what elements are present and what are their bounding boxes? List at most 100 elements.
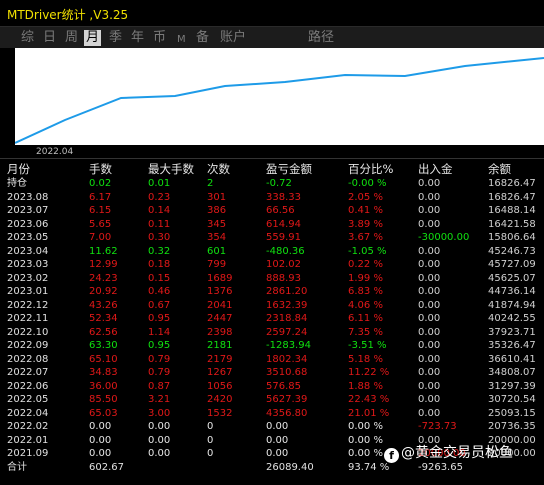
cell-lots: 12.99 bbox=[89, 259, 118, 270]
cell-lots: 0.02 bbox=[89, 178, 112, 189]
facebook-like-icon: f bbox=[384, 448, 399, 463]
tab-day[interactable]: 日 bbox=[41, 30, 58, 46]
table-row: 2023.08 6.17 0.23 301 338.33 2.05 % 0.00 16826.… bbox=[7, 191, 544, 205]
cell-lots: 6.17 bbox=[89, 191, 112, 203]
cell-flow: 0.00 bbox=[418, 340, 441, 351]
col-lots: 手数 bbox=[89, 162, 112, 176]
tab-path[interactable]: 路径 bbox=[306, 30, 336, 46]
cell-pnl: 576.85 bbox=[266, 380, 301, 392]
cell-count: 301 bbox=[207, 191, 227, 203]
table-row: 2023.02 24.23 0.15 1689 888.93 1.99 % 0.00 4562… bbox=[7, 272, 544, 286]
cell-count: 386 bbox=[207, 205, 227, 216]
cell-flow: 0.00 bbox=[418, 367, 441, 378]
tab-account[interactable]: 账户 bbox=[218, 30, 248, 46]
cell-balance: 16826.47 bbox=[488, 178, 536, 189]
cell-lots: 63.30 bbox=[89, 340, 118, 351]
cell-count: 799 bbox=[207, 259, 227, 270]
cell-max-lots: 0.15 bbox=[148, 272, 171, 284]
cell-lots: 0.00 bbox=[89, 421, 112, 432]
cell-balance: 40242.55 bbox=[488, 313, 536, 324]
table-row: 2022.05 85.50 3.21 2420 5627.39 22.43 % 0.00 30… bbox=[7, 393, 544, 407]
cell-lots: 36.00 bbox=[89, 380, 118, 392]
cell-lots: 52.34 bbox=[89, 313, 118, 324]
cell-max-lots: 0.79 bbox=[148, 353, 171, 365]
table-row: 2022.06 36.00 0.87 1056 576.85 1.88 % 0.00 3129… bbox=[7, 380, 544, 394]
col-percent: 百分比% bbox=[348, 162, 394, 176]
col-count: 次数 bbox=[207, 162, 230, 176]
cell-pnl: 888.93 bbox=[266, 272, 301, 284]
cell-lots: 43.26 bbox=[89, 299, 118, 311]
cell-flow: 0.00 bbox=[418, 380, 441, 392]
cell-month: 2022.02 bbox=[7, 421, 49, 432]
tab-m[interactable]: M bbox=[175, 32, 188, 48]
cell-balance: 41874.94 bbox=[488, 299, 536, 311]
tab-quarter[interactable]: 季 bbox=[107, 30, 124, 46]
table-row: 2022.12 43.26 0.67 2041 1632.39 4.06 % 0.00 418… bbox=[7, 299, 544, 313]
cell-percent: 4.06 % bbox=[348, 299, 383, 311]
cell-count: 0 bbox=[207, 421, 214, 432]
period-tabs: 综 日 周 月 季 年 币 M 备 账户 路径 bbox=[0, 26, 544, 50]
tab-week[interactable]: 周 bbox=[63, 30, 80, 46]
table-row: 2023.07 6.15 0.14 386 66.56 0.41 % 0.00 16488.1… bbox=[7, 204, 544, 218]
tab-month[interactable]: 月 bbox=[84, 30, 102, 46]
cell-balance: 20736.35 bbox=[488, 421, 536, 432]
cell-month: 2023.08 bbox=[7, 191, 49, 203]
tab-overview[interactable]: 综 bbox=[19, 30, 36, 46]
cell-max-lots: 0.14 bbox=[148, 205, 171, 216]
tab-backup[interactable]: 备 bbox=[194, 30, 211, 46]
cell-flow: 0.00 bbox=[418, 286, 441, 297]
cell-lots: 11.62 bbox=[89, 245, 118, 257]
cell-count: 354 bbox=[207, 232, 227, 243]
cell-percent: 3.89 % bbox=[348, 218, 383, 230]
cell-pnl: -1283.94 bbox=[266, 340, 311, 351]
cell-pnl: 1632.39 bbox=[266, 299, 308, 311]
cell-month: 2022.07 bbox=[7, 367, 49, 378]
cell-balance: 45246.73 bbox=[488, 245, 536, 257]
watermark-text: @黄金交易员松鱼 bbox=[401, 445, 513, 461]
cell-flow: 0.00 bbox=[418, 313, 441, 324]
cell-flow: 0.00 bbox=[418, 191, 441, 203]
cell-lots: 85.50 bbox=[89, 394, 118, 405]
cell-lots: 0.00 bbox=[89, 434, 112, 446]
cell-pnl: -480.36 bbox=[266, 245, 305, 257]
cell-month: 2022.08 bbox=[7, 353, 49, 365]
watermark: f @黄金交易员松鱼 bbox=[384, 442, 513, 463]
table-row: 2023.03 12.99 0.18 799 102.02 0.22 % 0.00 45727… bbox=[7, 258, 544, 272]
cell-percent: 2.05 % bbox=[348, 191, 383, 203]
cell-max-lots: 0.00 bbox=[148, 421, 171, 432]
col-pnl: 盈亏金额 bbox=[266, 162, 312, 176]
cell-month: 2023.07 bbox=[7, 205, 49, 216]
cell-percent: 0.00 % bbox=[348, 421, 383, 432]
cell-balance: 25093.15 bbox=[488, 407, 536, 419]
cell-max-lots: 0.18 bbox=[148, 259, 171, 270]
cell-lots: 0.00 bbox=[89, 448, 112, 459]
cell-lots: 62.56 bbox=[89, 326, 118, 338]
cell-lots: 34.83 bbox=[89, 367, 118, 378]
cell-max-lots: 0.46 bbox=[148, 286, 171, 297]
cell-month: 持仓 bbox=[7, 178, 27, 189]
tab-currency[interactable]: 币 bbox=[151, 30, 168, 46]
cell-flow: 0.00 bbox=[418, 178, 441, 189]
tab-year[interactable]: 年 bbox=[129, 30, 146, 46]
cell-count: 2398 bbox=[207, 326, 233, 338]
equity-line bbox=[15, 57, 544, 144]
monthly-stats-table: 月份 手数 最大手数 次数 盈亏金额 百分比% 出入金 余额 持仓 0.02 0… bbox=[7, 161, 544, 474]
cell-percent: 21.01 % bbox=[348, 407, 390, 419]
cell-pnl: 5627.39 bbox=[266, 394, 308, 405]
cell-max-lots: 1.14 bbox=[148, 326, 171, 338]
cell-month: 2023.05 bbox=[7, 232, 49, 243]
cell-lots: 7.00 bbox=[89, 232, 112, 243]
cell-flow: -30000.00 bbox=[418, 232, 470, 243]
cell-lots: 5.65 bbox=[89, 218, 112, 230]
cell-count: 1056 bbox=[207, 380, 233, 392]
cell-pnl: 3510.68 bbox=[266, 367, 308, 378]
cell-balance: 34808.07 bbox=[488, 367, 536, 378]
table-row: 2022.09 63.30 0.95 2181 -1283.94 -3.51 % 0.00 3… bbox=[7, 339, 544, 353]
cell-balance: 36610.41 bbox=[488, 353, 536, 365]
cell-lots: 65.10 bbox=[89, 353, 118, 365]
cell-balance: 31297.39 bbox=[488, 380, 536, 392]
cell-count: 2181 bbox=[207, 340, 233, 351]
cell-count: 2041 bbox=[207, 299, 233, 311]
table-row: 2023.01 20.92 0.46 1376 2861.20 6.83 % 0.00 447… bbox=[7, 285, 544, 299]
cell-max-lots: 0.30 bbox=[148, 232, 171, 243]
